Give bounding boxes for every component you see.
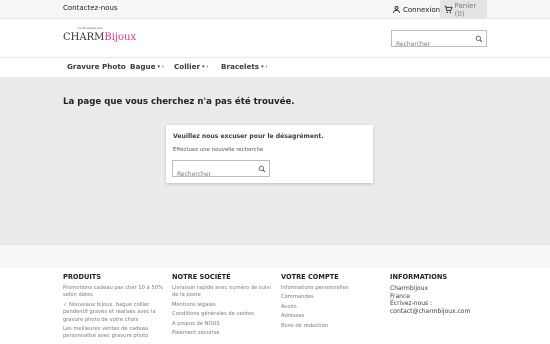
footer-company-title: NOTRE SOCIÉTÉ bbox=[172, 273, 231, 281]
contact-link[interactable]: Contactez-nous bbox=[63, 4, 118, 12]
page-title: La page que vous cherchez n'a pas été tr… bbox=[63, 97, 295, 107]
footer: PRODUITS Promotions cadeau pas cher 10 à… bbox=[0, 268, 550, 344]
footer-products-title: PRODUITS bbox=[63, 273, 102, 281]
footer-link[interactable]: Livraison rapide avec numéro de suivi de… bbox=[172, 285, 278, 300]
cart-link[interactable]: Panier (0) bbox=[440, 0, 487, 19]
footer-company: NOTRE SOCIÉTÉ Livraison rapide avec numé… bbox=[172, 273, 278, 339]
menu-item-label: Gravure Photo bbox=[67, 62, 126, 71]
caret-down-icon: ▾ › bbox=[157, 63, 164, 70]
footer-link[interactable]: Mentions légales bbox=[172, 302, 278, 309]
footer-link[interactable]: Les meilleures ventes de cadeau personna… bbox=[63, 326, 169, 341]
not-found-search bbox=[172, 160, 270, 182]
not-found-search-input[interactable] bbox=[173, 167, 253, 182]
header: La Boutique des CHARM Bijoux bbox=[0, 19, 550, 57]
user-icon bbox=[393, 6, 400, 13]
footer-link[interactable]: Paiement sécurisé bbox=[172, 330, 278, 337]
menu-item-label: Bracelets bbox=[221, 62, 260, 71]
search-icon[interactable] bbox=[258, 165, 266, 173]
logo-tagline: La Boutique des bbox=[78, 26, 103, 30]
menu-item-gravure-photo[interactable]: Gravure Photo bbox=[67, 62, 126, 71]
footer-link[interactable]: Bons de réduction bbox=[281, 323, 387, 330]
top-bar: Contactez-nous Connexion Panier (0) bbox=[0, 0, 550, 19]
header-search bbox=[391, 30, 487, 52]
caret-down-icon: ▾ › bbox=[202, 63, 209, 70]
contact-email-link[interactable]: contact@charmbijoux.com bbox=[390, 308, 496, 316]
footer-divider bbox=[0, 244, 550, 268]
footer-link[interactable]: Commandes bbox=[281, 294, 387, 301]
footer-link[interactable]: Adresses bbox=[281, 313, 387, 320]
cart-label: Panier (0) bbox=[454, 1, 477, 18]
footer-account: VOTRE COMPTE Informations personnelles C… bbox=[281, 273, 387, 332]
login-link[interactable]: Connexion bbox=[392, 3, 440, 16]
logo-charm: CHARM bbox=[63, 32, 105, 43]
cart-icon bbox=[444, 5, 453, 14]
footer-info-title: INFORMATIONS bbox=[390, 273, 448, 281]
footer-products: PRODUITS Promotions cadeau pas cher 10 à… bbox=[63, 273, 169, 343]
footer-info: INFORMATIONS Charmbijoux France Écrivez-… bbox=[390, 273, 496, 315]
caret-down-icon: ▾ › bbox=[261, 63, 268, 70]
menu-item-bague[interactable]: Bague ▾ › bbox=[130, 62, 164, 71]
footer-link[interactable]: Avoirs bbox=[281, 304, 387, 311]
footer-link[interactable]: A propos de NOUS bbox=[172, 321, 278, 328]
menu-item-collier[interactable]: Collier ▾ › bbox=[174, 62, 208, 71]
not-found-card: Veuillez nous excuser pour le désagrémen… bbox=[166, 125, 373, 183]
main-content: La page que vous cherchez n'a pas été tr… bbox=[0, 77, 550, 244]
menu-item-label: Bague bbox=[130, 62, 156, 71]
footer-link[interactable]: Promotions cadeau pas cher 10 à 50% selo… bbox=[63, 285, 169, 300]
login-label: Connexion bbox=[403, 5, 441, 14]
apology-text: Veuillez nous excuser pour le désagrémen… bbox=[173, 133, 324, 140]
site-logo[interactable]: La Boutique des CHARM Bijoux bbox=[63, 26, 137, 45]
menu-item-label: Collier bbox=[174, 62, 201, 71]
store-name: Charmbijoux bbox=[390, 285, 429, 292]
new-search-text: Effectuez une nouvelle recherche bbox=[173, 147, 264, 153]
footer-link[interactable]: Informations personnelles bbox=[281, 285, 387, 292]
search-icon[interactable] bbox=[475, 35, 483, 43]
main-menu: Gravure Photo Bague ▾ › Collier ▾ › Brac… bbox=[0, 57, 550, 77]
footer-account-title: VOTRE COMPTE bbox=[281, 273, 339, 281]
header-search-input[interactable] bbox=[392, 37, 472, 52]
footer-link[interactable]: ✓ Nouveaux bijoux, bague collier pendent… bbox=[63, 302, 169, 324]
write-us-label: Écrivez-nous : bbox=[390, 300, 433, 308]
menu-item-bracelets[interactable]: Bracelets ▾ › bbox=[221, 62, 267, 71]
footer-link[interactable]: Conditions générales de ventes bbox=[172, 311, 278, 318]
logo-bijoux: Bijoux bbox=[104, 32, 137, 43]
